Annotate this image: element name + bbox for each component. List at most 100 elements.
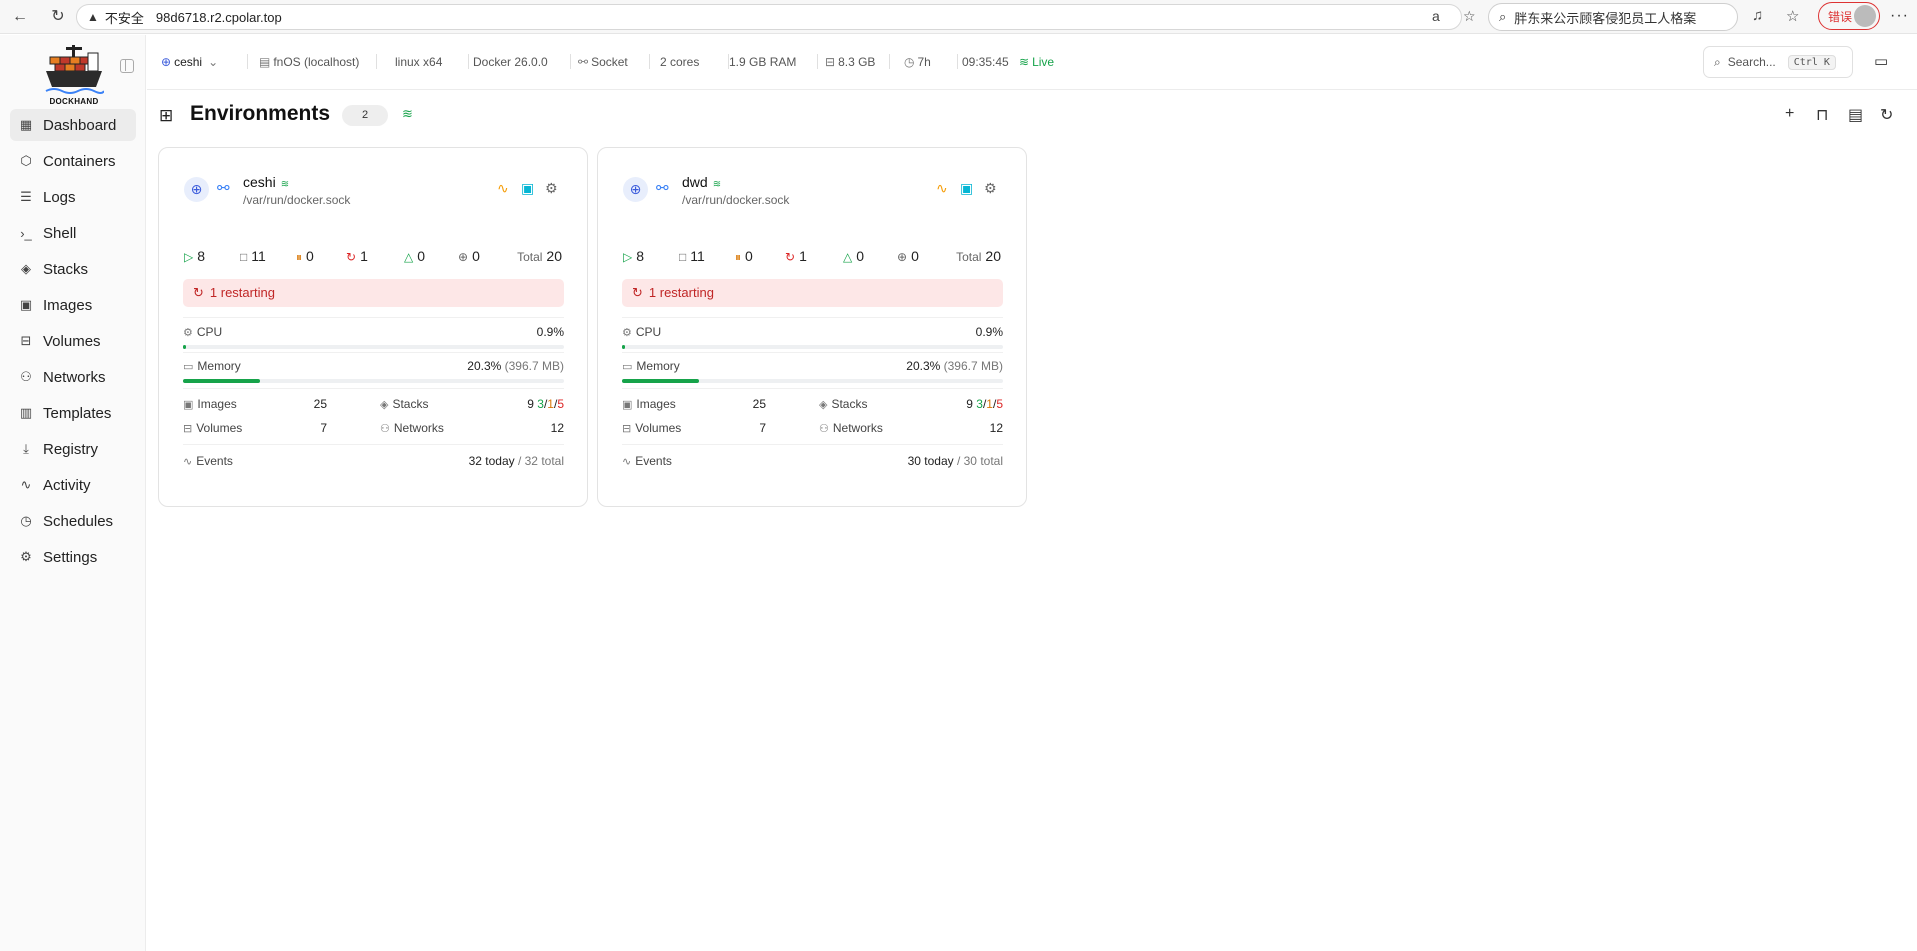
- music-icon[interactable]: ♫: [1752, 7, 1763, 24]
- sidebar-item-label: Networks: [43, 368, 106, 386]
- stacks-running: 3: [537, 397, 544, 411]
- sidebar-item-label: Registry: [43, 440, 99, 458]
- events-today: 30 today: [907, 454, 954, 468]
- created-count: ⊕ 0: [897, 248, 919, 264]
- memory-progress-bar: [622, 379, 1003, 383]
- networks-value: 12: [989, 421, 1003, 435]
- stacks-stat[interactable]: ◈ Stacks 9 3/1/5: [380, 397, 564, 413]
- sidebar-item-networks[interactable]: ⚇ Networks: [10, 361, 136, 393]
- sidebar-toggle-icon[interactable]: [120, 59, 134, 73]
- divider: [649, 54, 650, 69]
- memory-progress-fill: [622, 379, 700, 383]
- chevron-down-icon: ⌄: [208, 55, 219, 69]
- divider: [183, 388, 564, 389]
- layout-icon[interactable]: ▤: [1848, 105, 1863, 125]
- refresh-icon[interactable]: ↻: [1880, 105, 1893, 125]
- events-row[interactable]: ∿ Events 30 today / 30 total: [622, 454, 1003, 470]
- images-stat[interactable]: ▣ Images 25: [183, 397, 327, 413]
- favorites-icon[interactable]: ☆: [1786, 7, 1799, 25]
- layers-icon: ◈: [380, 399, 389, 411]
- events-label: Events: [196, 454, 233, 468]
- sidebar-item-schedules[interactable]: ◷ Schedules: [10, 505, 136, 537]
- divider: [183, 352, 564, 353]
- sidebar-item-stacks[interactable]: ◈ Stacks: [10, 253, 136, 285]
- library-icon: ▥: [19, 405, 33, 420]
- cpu-icon[interactable]: ▣: [960, 180, 973, 197]
- environment-card[interactable]: ⊕ ⚯ ceshi ≋ /var/run/docker.sock ∿ ▣ ⚙ ▷ 8…: [158, 147, 588, 507]
- restarting-alert[interactable]: ↻ 1 restarting: [183, 279, 564, 307]
- memory-label: Memory: [636, 359, 680, 373]
- sidebar-item-label: Logs: [43, 188, 76, 206]
- activity-icon[interactable]: ∿: [936, 180, 948, 197]
- stopped-value: 11: [690, 248, 705, 264]
- unhealthy-value: 0: [417, 248, 426, 264]
- cpu-label: CPU: [196, 325, 223, 339]
- sidebar-item-templates[interactable]: ▥ Templates: [10, 397, 136, 429]
- networks-label: Networks: [832, 421, 883, 435]
- gear-icon: ⚙: [20, 549, 32, 564]
- volumes-stat[interactable]: ⊟ Volumes 7: [622, 421, 766, 437]
- logo-text: DOCKHAND: [49, 97, 99, 106]
- sidebar-item-registry[interactable]: ⤓ Registry: [10, 433, 136, 465]
- events-total: / 30 total: [956, 454, 1003, 468]
- sidebar-item-logs[interactable]: ☰ Logs: [10, 181, 136, 213]
- environment-selector[interactable]: ⊕ ceshi ⌄: [161, 55, 221, 69]
- sidebar-item-shell[interactable]: ›_ Shell: [10, 217, 136, 249]
- networks-stat[interactable]: ⚇ Networks 12: [380, 421, 564, 437]
- stacks-stat[interactable]: ◈ Stacks 9 3/1/5: [819, 397, 1003, 413]
- arrow-up-circle-icon: ⊕: [897, 250, 908, 264]
- volumes-value: 7: [759, 421, 766, 435]
- address-bar[interactable]: ▲ 不安全 98d6718.r2.cpolar.top a ☆: [76, 4, 1476, 30]
- wifi-icon: ≋: [280, 179, 290, 190]
- back-arrow-icon[interactable]: ←: [12, 8, 28, 25]
- gear-icon[interactable]: ⚙: [545, 180, 558, 197]
- images-stat[interactable]: ▣ Images 25: [622, 397, 766, 413]
- disk-info: ⊟ 8.3 GB: [825, 55, 875, 69]
- events-value: 30 today / 30 total: [908, 454, 1003, 468]
- layers-icon: ◈: [21, 261, 31, 276]
- sidebar-item-containers[interactable]: ⬡ Containers: [10, 145, 136, 177]
- running-count: ▷ 8: [184, 248, 205, 264]
- volumes-stat[interactable]: ⊟ Volumes 7: [183, 421, 327, 437]
- global-search-input[interactable]: ⌕ Search... Ctrl K: [1703, 46, 1853, 78]
- more-icon[interactable]: ···: [1890, 7, 1909, 25]
- restart-icon: ↻: [632, 285, 643, 300]
- restarting-alert[interactable]: ↻ 1 restarting: [622, 279, 1003, 307]
- divider: [622, 388, 1003, 389]
- star-icon[interactable]: ☆: [1463, 8, 1476, 25]
- cpu-progress-fill: [183, 345, 187, 349]
- environment-card[interactable]: ⊕ ⚯ dwd ≋ /var/run/docker.sock ∿ ▣ ⚙ ▷ 8 □…: [597, 147, 1027, 507]
- restarting-alert-text: 1 restarting: [209, 285, 275, 300]
- search-shortcut: Ctrl K: [1787, 54, 1836, 70]
- profile-error-button[interactable]: 错误: [1818, 2, 1880, 30]
- cpu-progress-fill: [622, 345, 626, 349]
- cpu-icon[interactable]: ▣: [521, 180, 534, 197]
- sidebar-item-images[interactable]: ▣ Images: [10, 289, 136, 321]
- translate-icon[interactable]: a: [1432, 8, 1440, 24]
- total-label: Total: [517, 250, 543, 264]
- add-icon[interactable]: +: [1785, 105, 1794, 123]
- networks-stat[interactable]: ⚇ Networks 12: [819, 421, 1003, 437]
- sidebar-item-activity[interactable]: ∿ Activity: [10, 469, 136, 501]
- browser-search-box[interactable]: ⌕ 胖东来公示顾客侵犯员工人格案: [1488, 3, 1738, 31]
- play-icon: ▷: [184, 250, 194, 264]
- current-time: 09:35:45: [962, 55, 1009, 69]
- sidebar-item-label: Containers: [43, 152, 116, 170]
- monitor-icon[interactable]: ▭: [1874, 52, 1888, 70]
- environment-count-badge: 2: [342, 105, 388, 126]
- unlock-icon[interactable]: ⊓: [1816, 105, 1828, 125]
- sidebar-item-settings[interactable]: ⚙ Settings: [10, 541, 136, 573]
- wifi-icon: ≋: [712, 179, 722, 190]
- live-status: ≋ Live: [1019, 55, 1054, 69]
- gear-icon[interactable]: ⚙: [984, 180, 997, 197]
- activity-icon[interactable]: ∿: [497, 180, 509, 197]
- wifi-icon: ≋: [1019, 55, 1030, 69]
- avatar: [1854, 5, 1876, 27]
- sidebar-item-volumes[interactable]: ⊟ Volumes: [10, 325, 136, 357]
- reload-icon[interactable]: ↻: [50, 8, 66, 25]
- paused-value: 0: [306, 248, 314, 264]
- download-icon: ⤓: [23, 441, 29, 456]
- sidebar-item-dashboard[interactable]: ▦ Dashboard: [10, 109, 136, 141]
- events-row[interactable]: ∿ Events 32 today / 32 total: [183, 454, 564, 470]
- sidebar-item-label: Activity: [43, 476, 91, 494]
